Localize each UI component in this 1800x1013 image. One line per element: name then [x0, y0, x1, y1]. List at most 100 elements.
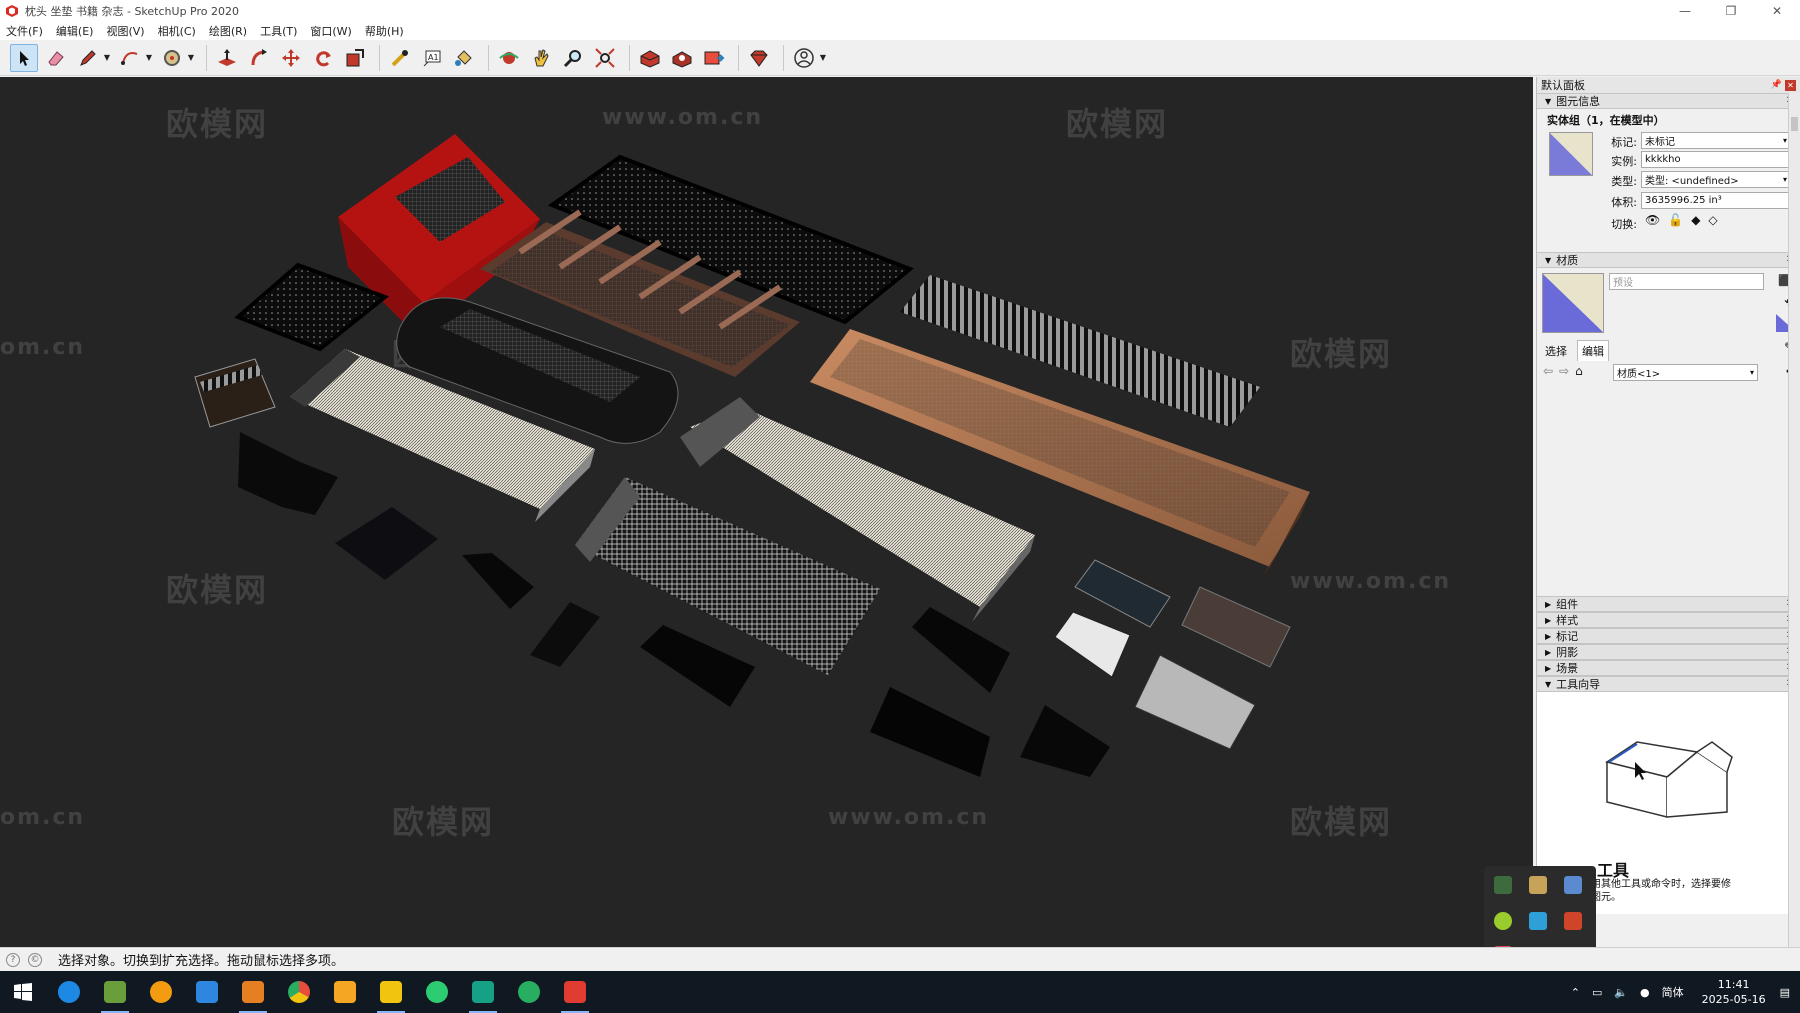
- start-button[interactable]: [0, 971, 46, 1013]
- taskbar-3[interactable]: [460, 971, 506, 1013]
- select-tool-button[interactable]: [10, 43, 38, 72]
- shape-tool-dropdown[interactable]: ▼: [186, 44, 196, 72]
- line-tool-dropdown[interactable]: ▼: [102, 44, 112, 72]
- 3d-warehouse-icon: [640, 49, 660, 68]
- eye-icon[interactable]: 👁: [1645, 213, 1660, 227]
- zoom-extents-button[interactable]: [591, 44, 619, 72]
- select-tool-illustration: [1605, 741, 1733, 818]
- entity-material-swatch[interactable]: [1549, 132, 1593, 176]
- panel-scrollbar[interactable]: [1788, 93, 1800, 947]
- credits-icon[interactable]: ©: [28, 952, 42, 967]
- wechat-tray-icon[interactable]: ●: [1640, 986, 1650, 999]
- followme-tool-button[interactable]: [245, 44, 273, 72]
- taskbar-sketchup[interactable]: [552, 971, 598, 1013]
- tray-app-icon[interactable]: [1564, 912, 1582, 930]
- move-tool-button[interactable]: [277, 44, 305, 72]
- extension-warehouse-button[interactable]: [668, 44, 696, 72]
- clock-date: 2025-05-16: [1701, 993, 1766, 1006]
- menu-window[interactable]: 窗口(W): [310, 23, 351, 39]
- menu-camera[interactable]: 相机(C): [158, 23, 196, 39]
- line-tool-button[interactable]: [74, 44, 102, 72]
- clock[interactable]: 11:41 2025-05-16: [1702, 977, 1766, 1007]
- pan-tool-button[interactable]: [527, 44, 555, 72]
- tab-edit[interactable]: 编辑: [1577, 340, 1609, 361]
- material-name-field[interactable]: 预设: [1609, 273, 1764, 290]
- entity-type-label: 实体组（1，在模型中）: [1547, 114, 1665, 127]
- zoom-tool-button[interactable]: [559, 44, 587, 72]
- tray-entity-info[interactable]: ▼ 图元信息 ✕: [1537, 93, 1800, 109]
- tray-shadows[interactable]: ▶阴影✕: [1537, 644, 1800, 660]
- taskbar-folder[interactable]: [368, 971, 414, 1013]
- close-button[interactable]: ✕: [1754, 0, 1800, 22]
- orbit-tool-button[interactable]: [495, 44, 523, 72]
- instance-field[interactable]: kkkkho: [1641, 151, 1791, 168]
- geolocation-icon[interactable]: ?: [6, 952, 20, 967]
- forward-arrow-icon[interactable]: ⇨: [1559, 364, 1569, 378]
- taskbar-chrome[interactable]: [276, 971, 322, 1013]
- taskbar-box[interactable]: [322, 971, 368, 1013]
- speaker-icon[interactable]: 🔈: [1614, 986, 1628, 999]
- swatch-triangle-icon: [1550, 133, 1592, 175]
- paint-bucket-button[interactable]: [450, 44, 478, 72]
- tray-app-icon[interactable]: [1529, 876, 1547, 894]
- receive-shadow-icon[interactable]: ◇: [1708, 213, 1717, 227]
- arc-tool-dropdown[interactable]: ▼: [144, 44, 154, 72]
- network-icon[interactable]: ▭: [1592, 986, 1602, 999]
- ime-indicator[interactable]: 简体: [1662, 984, 1684, 1000]
- extension-manager-button[interactable]: [745, 44, 773, 72]
- taskbar-security[interactable]: [184, 971, 230, 1013]
- type-select[interactable]: 类型: <undefined> ▾: [1641, 171, 1791, 188]
- tape-measure-button[interactable]: [386, 44, 414, 72]
- warehouse-button[interactable]: [636, 44, 664, 72]
- shape-tool-button[interactable]: [158, 44, 186, 72]
- tray-materials[interactable]: ▼ 材质 ✕: [1537, 252, 1800, 268]
- tray-styles[interactable]: ▶样式✕: [1537, 612, 1800, 628]
- rotate-tool-button[interactable]: [309, 44, 337, 72]
- tag-select[interactable]: 未标记 ▾: [1641, 132, 1791, 149]
- pushpull-tool-button[interactable]: [213, 44, 241, 72]
- tray-app-icon[interactable]: [1564, 876, 1582, 894]
- taskbar-ie[interactable]: [46, 971, 92, 1013]
- menu-tools[interactable]: 工具(T): [260, 23, 297, 39]
- scale-tool-button[interactable]: [341, 44, 369, 72]
- account-button[interactable]: [790, 44, 818, 72]
- menu-edit[interactable]: 编辑(E): [56, 23, 94, 39]
- tray-components[interactable]: ▶组件✕: [1537, 596, 1800, 612]
- taskbar-media[interactable]: [138, 971, 184, 1013]
- scrollbar-thumb[interactable]: [1791, 117, 1798, 131]
- model-viewport[interactable]: 欧模网 www.om.cn 欧模网 om.cn 欧模网 欧模网 欧模网 www.…: [0, 77, 1533, 947]
- shield-icon: [196, 981, 218, 1003]
- tray-scenes[interactable]: ▶场景✕: [1537, 660, 1800, 676]
- notification-icon[interactable]: ▤: [1780, 986, 1790, 999]
- send-to-layout-button[interactable]: [700, 44, 728, 72]
- account-dropdown[interactable]: ▼: [818, 44, 828, 72]
- close-panel-icon[interactable]: ✕: [1785, 79, 1796, 91]
- library-select[interactable]: 材质<1> ▾: [1613, 364, 1758, 381]
- home-icon[interactable]: ⌂: [1575, 364, 1583, 378]
- tray-instructor[interactable]: ▼ 工具向导 ✕: [1537, 676, 1800, 692]
- taskbar-wechat[interactable]: [414, 971, 460, 1013]
- pin-icon[interactable]: 📌: [1771, 80, 1782, 90]
- restore-button[interactable]: ❐: [1708, 0, 1754, 22]
- tray-app-icon[interactable]: [1529, 912, 1547, 930]
- menu-draw[interactable]: 绘图(R): [209, 23, 247, 39]
- menu-help[interactable]: 帮助(H): [365, 23, 404, 39]
- wechat-icon: [426, 981, 448, 1003]
- back-arrow-icon[interactable]: ⇦: [1543, 364, 1553, 378]
- taskbar-edge[interactable]: [506, 971, 552, 1013]
- text-tool-button[interactable]: A1: [418, 44, 446, 72]
- minimize-button[interactable]: —: [1662, 0, 1708, 22]
- chevron-up-icon[interactable]: ⌃: [1571, 986, 1580, 999]
- taskbar-movie[interactable]: [230, 971, 276, 1013]
- arc-tool-button[interactable]: [116, 44, 144, 72]
- eraser-tool-button[interactable]: [42, 44, 70, 72]
- taskbar-minecraft[interactable]: [92, 971, 138, 1013]
- menu-view[interactable]: 视图(V): [106, 23, 144, 39]
- lock-icon[interactable]: 🔓: [1668, 213, 1683, 227]
- menu-file[interactable]: 文件(F): [6, 23, 43, 39]
- tray-app-icon[interactable]: [1494, 876, 1512, 894]
- cast-shadow-icon[interactable]: ◆: [1691, 213, 1700, 227]
- tab-select[interactable]: 选择: [1545, 343, 1567, 359]
- tray-tags[interactable]: ▶标记✕: [1537, 628, 1800, 644]
- tray-app-icon[interactable]: [1494, 912, 1512, 930]
